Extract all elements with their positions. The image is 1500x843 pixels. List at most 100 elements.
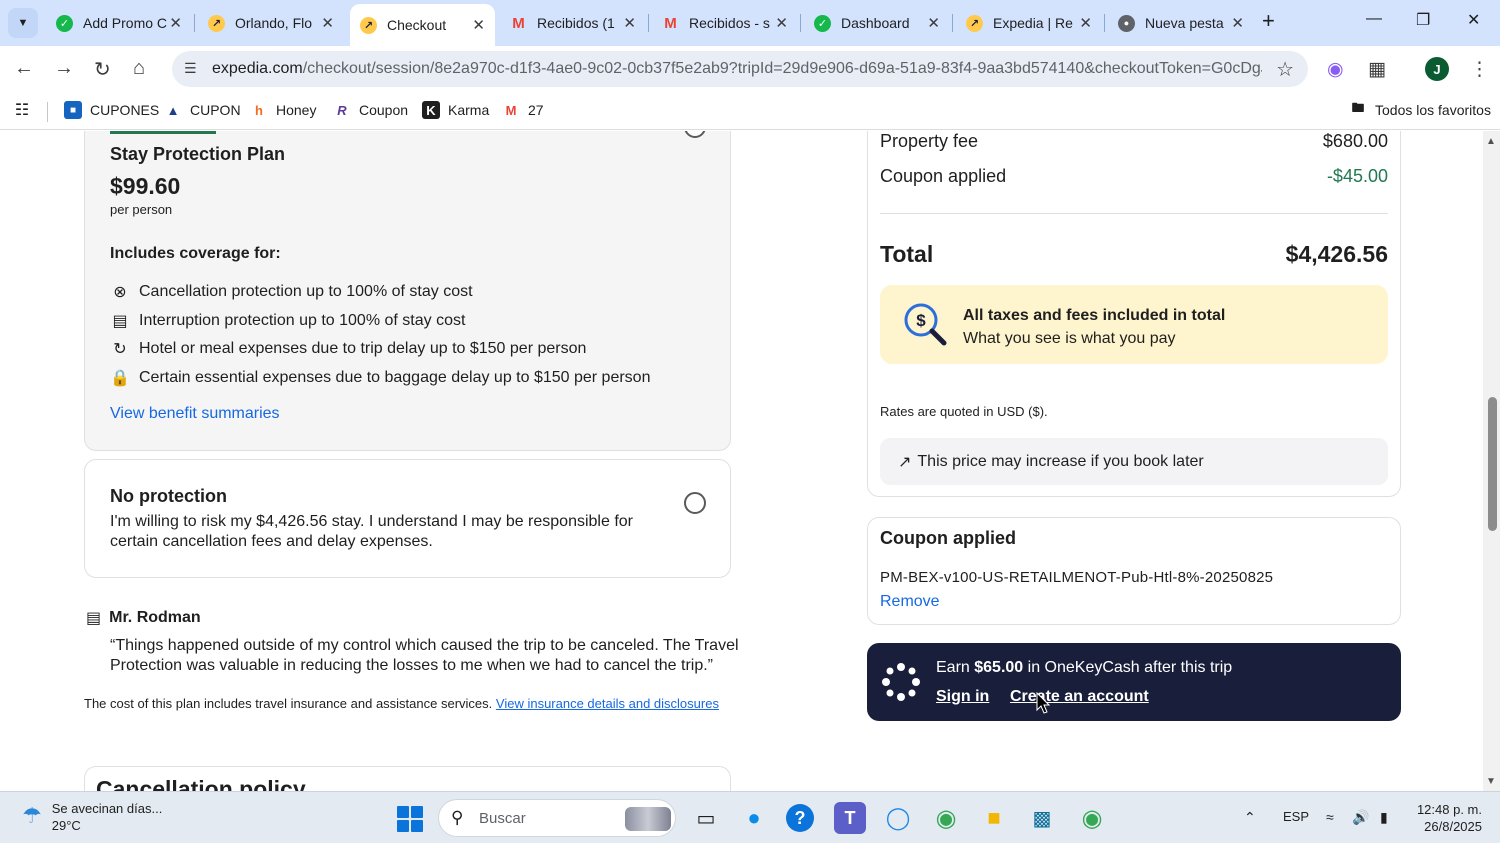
teams-icon[interactable]: T: [834, 802, 866, 834]
url-text[interactable]: expedia.com/checkout/session/8e2a970c-d1…: [212, 60, 1262, 78]
bookmark-gmail[interactable]: M 27: [502, 101, 544, 119]
fine-print-text: The cost of this plan includes travel in…: [84, 696, 493, 711]
price-increase-banner: ↗ This price may increase if you book lat…: [880, 438, 1388, 485]
tray-overflow-icon[interactable]: ⌃: [1244, 809, 1256, 826]
menu-kebab-icon[interactable]: ⋮: [1470, 58, 1489, 81]
task-view-icon[interactable]: ▭: [690, 802, 722, 834]
property-fee-row: Property fee $680.00: [880, 131, 1388, 152]
file-explorer-icon[interactable]: ■: [978, 802, 1010, 834]
cancellation-policy-title: Cancellation policy: [96, 776, 306, 791]
extension-purple-icon[interactable]: ◉: [1327, 58, 1344, 81]
wifi-icon[interactable]: ≈: [1326, 809, 1334, 825]
tab-orlando[interactable]: ↗ Orlando, Flo ✕: [198, 6, 344, 40]
coupon-icon: R: [337, 102, 347, 118]
bookmark-honey[interactable]: h Honey: [250, 101, 316, 119]
testimonial-name: Mr. Rodman: [109, 609, 201, 626]
close-icon[interactable]: ✕: [472, 16, 485, 34]
profile-avatar[interactable]: J: [1425, 57, 1449, 81]
taskbar-search[interactable]: ⚲ Buscar: [438, 799, 676, 837]
tab-expedia[interactable]: ↗ Expedia | Re ✕: [956, 6, 1102, 40]
onekey-dots-icon: [881, 662, 921, 707]
rain-cloud-icon: ☂: [22, 803, 42, 828]
plan-price: $99.60: [110, 173, 181, 199]
apps-grid-icon[interactable]: ☷: [13, 101, 39, 119]
bookmark-cupon[interactable]: ▲ CUPON: [164, 101, 241, 119]
home-icon[interactable]: ⌂: [133, 57, 145, 80]
reload-icon[interactable]: ↻: [94, 57, 111, 82]
insurance-details-link[interactable]: View insurance details and disclosures: [496, 696, 719, 711]
windows-start-icon[interactable]: [397, 806, 423, 832]
scroll-down-icon[interactable]: ▼: [1486, 776, 1496, 787]
scrollbar-thumb[interactable]: [1488, 397, 1497, 531]
close-icon[interactable]: ✕: [321, 14, 334, 32]
forward-icon[interactable]: →: [54, 57, 74, 80]
tab-search-button[interactable]: ▼: [8, 8, 38, 38]
tab-dashboard[interactable]: ✓ Dashboard ✕: [804, 6, 950, 40]
new-tab-button[interactable]: +: [1262, 8, 1275, 34]
taxes-title: All taxes and fees included in total: [963, 307, 1226, 324]
page-scrollbar[interactable]: ▲ ▼: [1483, 131, 1500, 791]
site-info-icon[interactable]: ☰: [184, 60, 202, 78]
remote-desktop-icon[interactable]: ▩: [1026, 802, 1058, 834]
clock-time: 12:48 p. m.: [1416, 802, 1482, 817]
tab-checkout[interactable]: ↗ Checkout ✕: [350, 4, 495, 46]
edge-icon[interactable]: ●: [738, 802, 770, 834]
total-value: $4,426.56: [1285, 241, 1388, 267]
svg-text:$: $: [916, 311, 926, 330]
close-icon[interactable]: ✕: [1079, 14, 1092, 32]
bookmark-star-icon[interactable]: ☆: [1276, 57, 1294, 82]
tab-gmail-1[interactable]: M Recibidos (1 ✕: [500, 6, 646, 40]
shield-app-icon[interactable]: ◯: [882, 802, 914, 834]
expedia-yellow-icon: ↗: [208, 14, 225, 32]
system-clock[interactable]: 12:48 p. m. 26/8/2025: [1410, 801, 1482, 835]
minimize-icon[interactable]: —: [1366, 10, 1382, 28]
no-protection-radio[interactable]: [684, 492, 706, 514]
create-account-link[interactable]: Create an account: [1010, 688, 1149, 706]
url-path: /checkout/session/8e2a970c-d1f3-4ae0-9c0…: [302, 60, 1262, 77]
remove-coupon-link[interactable]: Remove: [880, 593, 940, 611]
expedia-yellow-icon: ↗: [966, 14, 983, 32]
chat-bubble-icon: ▤: [86, 610, 102, 627]
volume-icon[interactable]: 🔊: [1352, 809, 1369, 826]
coverage-text: Certain essential expenses due to baggag…: [139, 369, 651, 386]
chrome-icon[interactable]: ◉: [930, 802, 962, 834]
close-icon[interactable]: ✕: [169, 14, 182, 32]
no-protection-title: No protection: [110, 486, 227, 506]
close-window-icon[interactable]: ✕: [1467, 10, 1480, 30]
bookmark-label: Todos los favoritos: [1375, 102, 1491, 118]
coupon-discount-value: -$45.00: [1326, 166, 1388, 186]
restore-icon[interactable]: ❐: [1416, 10, 1430, 30]
bookmark-cupones[interactable]: ■ CUPONES: [64, 101, 159, 119]
coverage-text: Interruption protection up to 100% of st…: [139, 312, 466, 329]
tab-add-promo[interactable]: ✓ Add Promo C ✕: [46, 6, 192, 40]
help-icon[interactable]: ?: [786, 804, 814, 832]
close-icon[interactable]: ✕: [623, 14, 636, 32]
weather-widget[interactable]: ☂ Se avecinan días... 29°C: [22, 801, 162, 833]
tab-new-tab[interactable]: ● Nueva pesta ✕: [1108, 6, 1254, 40]
bookmark-label: 27: [528, 102, 544, 118]
bookmark-coupon[interactable]: R Coupon: [333, 101, 408, 119]
address-bar[interactable]: ☰ expedia.com/checkout/session/8e2a970c-…: [172, 51, 1308, 87]
bookmark-karma[interactable]: K Karma: [422, 101, 489, 119]
per-person-label: per person: [110, 202, 173, 217]
testimonial-author: ▤ Mr. Rodman: [86, 608, 201, 628]
onekeycash-banner: Earn $65.00 in OneKeyCash after this tri…: [867, 643, 1401, 721]
tab-gmail-2[interactable]: M Recibidos - s ✕: [652, 6, 798, 40]
close-icon[interactable]: ✕: [1231, 14, 1244, 32]
language-indicator[interactable]: ESP: [1283, 809, 1309, 824]
battery-icon[interactable]: ▮: [1380, 809, 1388, 826]
sign-in-link[interactable]: Sign in: [936, 688, 989, 706]
chrome-profile-icon[interactable]: ◉: [1076, 802, 1108, 834]
scroll-up-icon[interactable]: ▲: [1486, 136, 1496, 147]
all-bookmarks-folder[interactable]: 🖿 Todos los favoritos: [1349, 100, 1491, 119]
folder-icon: 🖿: [1351, 100, 1365, 115]
coverage-text: Hotel or meal expenses due to trip delay…: [139, 340, 587, 357]
windows-taskbar: ☂ Se avecinan días... 29°C ⚲ Buscar ▭ ● …: [0, 791, 1500, 843]
close-icon[interactable]: ✕: [927, 14, 940, 32]
close-icon[interactable]: ✕: [775, 14, 788, 32]
back-icon[interactable]: ←: [14, 57, 34, 80]
gmail-icon: M: [664, 14, 677, 32]
view-benefit-summaries-link[interactable]: View benefit summaries: [110, 405, 280, 423]
tab-strip: ▼ ✓ Add Promo C ✕ ↗ Orlando, Flo ✕ ↗ Che…: [0, 0, 1500, 46]
extensions-puzzle-icon[interactable]: ▦: [1368, 58, 1386, 81]
